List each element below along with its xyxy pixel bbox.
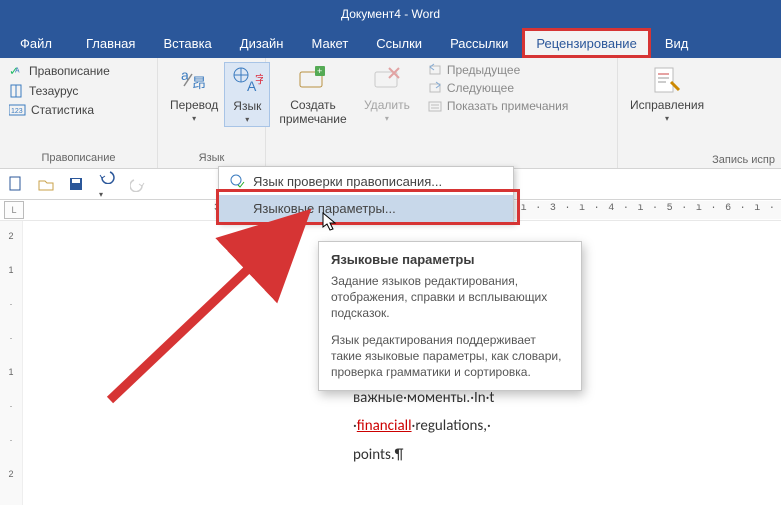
tab-review[interactable]: Рецензирование [522, 28, 650, 58]
track-icon [651, 64, 683, 96]
next-label: Следующее [447, 81, 514, 95]
stats-label: Статистика [31, 103, 94, 117]
language-icon: A字 [231, 65, 263, 97]
next-comment-button: Следующее [424, 80, 572, 96]
thesaurus-button[interactable]: Тезаурус [6, 82, 151, 100]
new-doc-icon[interactable] [8, 176, 24, 192]
tracking-status-label: Запись испр [712, 154, 775, 166]
prev-comment-button: Предыдущее [424, 62, 572, 78]
chevron-down-icon: ▾ [245, 115, 249, 124]
svg-text:字: 字 [255, 72, 263, 86]
tab-design[interactable]: Дизайн [226, 28, 298, 58]
delete-comment-label: Удалить [364, 98, 410, 112]
group-proofing-label: Правописание [6, 152, 151, 164]
comment-delete-icon [371, 64, 403, 96]
tab-mailings[interactable]: Рассылки [436, 28, 522, 58]
show-comments-button: Показать примечания [424, 98, 572, 114]
statistics-button[interactable]: 123 Статистика [6, 102, 151, 118]
translate-button[interactable]: a昂 Перевод ▾ [164, 62, 224, 127]
tooltip-body: Язык редактирования поддерживает такие я… [331, 332, 569, 381]
comment-new-icon: + [297, 64, 329, 96]
tab-insert[interactable]: Вставка [149, 28, 225, 58]
language-menu: Язык проверки правописания... Языковые п… [218, 166, 514, 223]
check-icon: ✓ᴬ [9, 63, 25, 79]
translate-label: Перевод [170, 98, 218, 112]
misspelled-word: financiall [357, 417, 412, 435]
menu-language-preferences[interactable]: Языковые параметры... [219, 195, 513, 222]
book-icon [9, 83, 25, 99]
tooltip-title: Языковые параметры [331, 252, 569, 267]
tab-references[interactable]: Ссылки [362, 28, 436, 58]
ruler-corner[interactable]: L [4, 201, 24, 219]
svg-text:+: + [317, 66, 322, 76]
svg-text:昂: 昂 [192, 75, 206, 91]
stats-icon: 123 [9, 103, 27, 117]
chevron-down-icon: ▾ [665, 114, 669, 123]
window-title: Документ4 - Word [341, 7, 440, 21]
track-label: Исправления [630, 98, 704, 112]
tab-home[interactable]: Главная [72, 28, 149, 58]
vertical-ruler[interactable]: 2 1 · · 1 · · 2 [0, 221, 23, 505]
redo-icon[interactable] [130, 176, 146, 192]
translate-icon: a昂 [178, 64, 210, 96]
show-label: Показать примечания [447, 99, 569, 113]
menu-item-label: Языковые параметры... [253, 201, 396, 216]
group-language-label: Язык [164, 152, 259, 164]
menu-item-label: Язык проверки правописания... [253, 174, 442, 189]
tooltip-body: Задание языков редактирования, отображен… [331, 273, 569, 322]
chevron-down-icon: ▾ [192, 114, 196, 123]
tab-layout[interactable]: Макет [297, 28, 362, 58]
new-comment-label: Создать примечание [278, 98, 348, 126]
svg-text:ᴬ: ᴬ [14, 67, 20, 78]
prev-label: Предыдущее [447, 63, 520, 77]
open-icon[interactable] [38, 176, 54, 192]
chevron-down-icon: ▾ [385, 114, 389, 123]
title-bar: Документ4 - Word [0, 0, 781, 28]
ribbon: ✓ᴬ Правописание Тезаурус 123 Статистика … [0, 58, 781, 169]
prev-icon [427, 63, 443, 77]
tab-file[interactable]: Файл [0, 28, 72, 58]
language-button[interactable]: A字 Язык ▾ [224, 62, 270, 127]
language-label: Язык [233, 99, 261, 113]
next-icon [427, 81, 443, 95]
globe-check-icon [229, 173, 245, 189]
save-icon[interactable] [68, 176, 84, 192]
track-changes-button[interactable]: Исправления ▾ [624, 62, 710, 125]
show-icon [427, 99, 443, 113]
thesaurus-label: Тезаурус [29, 84, 78, 98]
tab-view[interactable]: Вид [651, 28, 703, 58]
ribbon-tabs: Файл Главная Вставка Дизайн Макет Ссылки… [0, 28, 781, 58]
tooltip: Языковые параметры Задание языков редакт… [318, 241, 582, 391]
svg-text:123: 123 [11, 108, 23, 115]
spelling-label: Правописание [29, 64, 110, 78]
undo-icon[interactable]: ▾ [98, 168, 116, 201]
delete-comment-button: Удалить ▾ [358, 62, 416, 128]
group-comments-label [272, 152, 611, 164]
new-comment-button[interactable]: + Создать примечание [272, 62, 354, 128]
spelling-button[interactable]: ✓ᴬ Правописание [6, 62, 151, 80]
menu-proofing-language[interactable]: Язык проверки правописания... [219, 167, 513, 195]
